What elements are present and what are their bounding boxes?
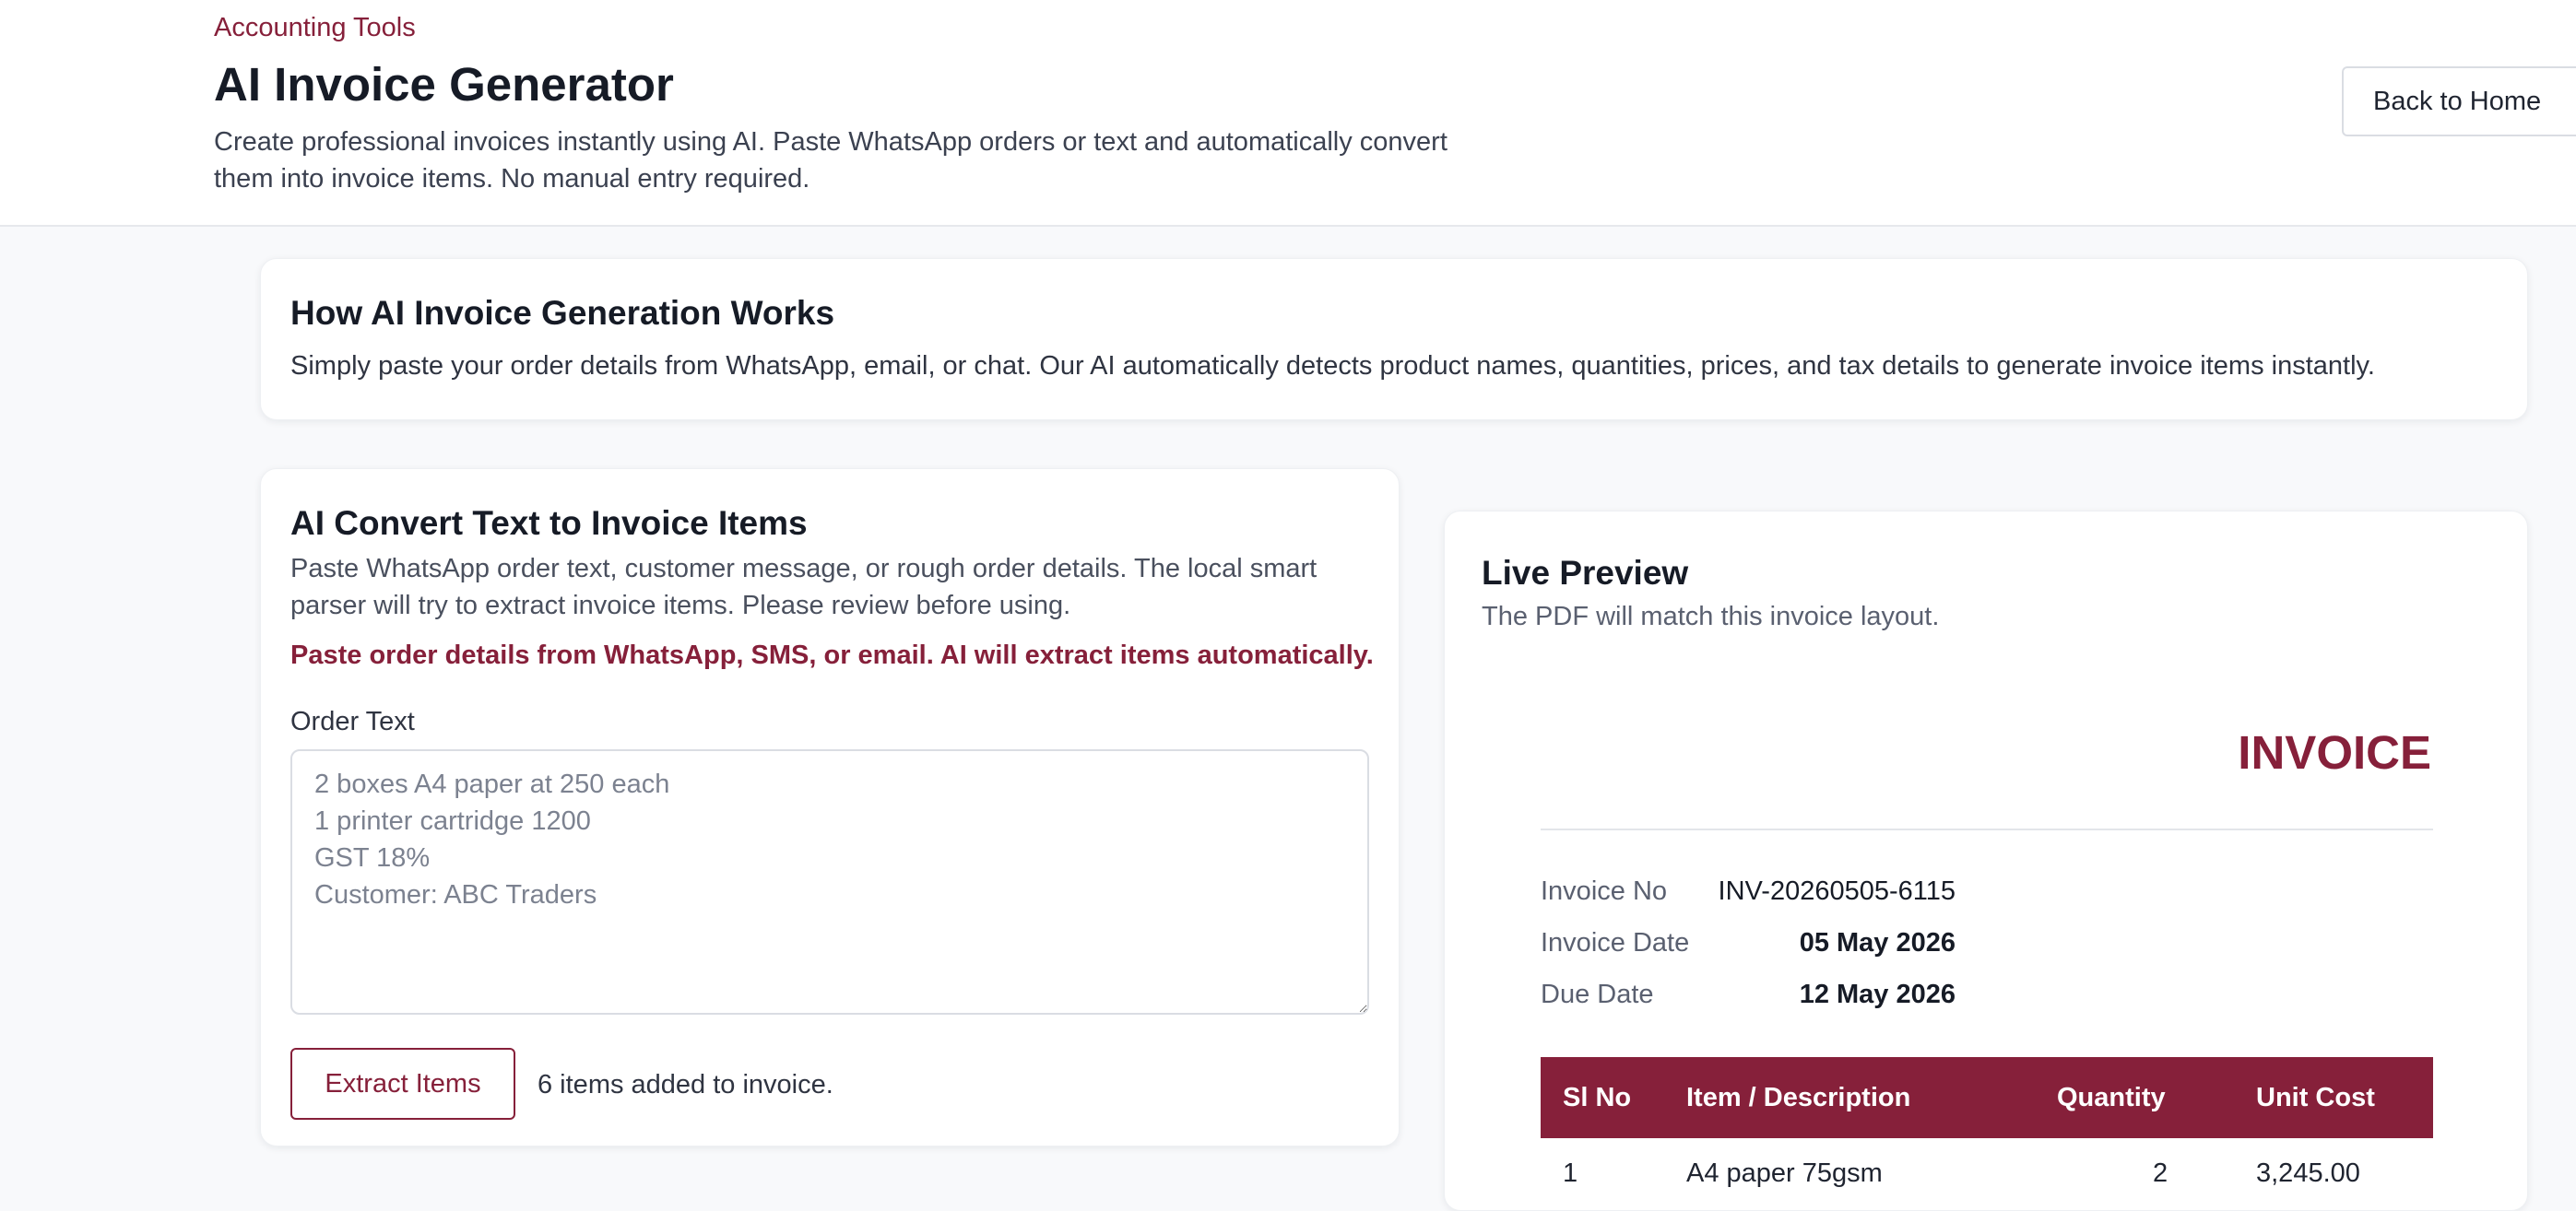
convert-description: Paste WhatsApp order text, customer mess… <box>290 554 1318 620</box>
how-it-works-card: How AI Invoice Generation Works Simply p… <box>260 258 2528 420</box>
page-subtitle: Create professional invoices instantly u… <box>214 127 1448 194</box>
extract-status-text: 6 items added to invoice. <box>538 1070 833 1099</box>
order-text-label: Order Text <box>290 707 415 736</box>
page-title: AI Invoice Generator <box>214 58 674 111</box>
invoice-no-value: INV-20260505-6115 <box>1718 876 1956 906</box>
back-to-home-button[interactable]: Back to Home <box>2342 66 2576 136</box>
convert-text-card: AI Convert Text to Invoice Items Paste W… <box>260 468 1400 1146</box>
due-date-value: 12 May 2026 <box>1799 980 1956 1009</box>
invoice-table-header: Sl No Item / Description Quantity Unit C… <box>1541 1057 2433 1138</box>
th-unit-cost: Unit Cost <box>2256 1083 2375 1112</box>
invoice-date-label: Invoice Date <box>1541 928 1690 958</box>
live-preview-subtitle: The PDF will match this invoice layout. <box>1482 602 1940 631</box>
invoice-heading: INVOICE <box>2238 726 2431 779</box>
table-row: 1 A4 paper 75gsm 2 3,245.00 <box>1541 1158 2433 1195</box>
extract-items-button[interactable]: Extract Items <box>290 1048 515 1120</box>
invoice-date-value: 05 May 2026 <box>1799 928 1956 958</box>
due-date-label: Due Date <box>1541 980 1654 1009</box>
live-preview-title: Live Preview <box>1482 554 1689 592</box>
page-header: Accounting Tools AI Invoice Generator Cr… <box>0 0 2576 227</box>
th-quantity: Quantity <box>2057 1083 2166 1112</box>
convert-title: AI Convert Text to Invoice Items <box>290 504 808 542</box>
convert-hint: Paste order details from WhatsApp, SMS, … <box>290 641 1374 670</box>
order-text-input[interactable] <box>290 749 1369 1015</box>
eyebrow-label: Accounting Tools <box>214 13 416 42</box>
how-it-works-title: How AI Invoice Generation Works <box>290 294 835 332</box>
invoice-divider <box>1541 829 2433 830</box>
invoice-no-label: Invoice No <box>1541 876 1668 906</box>
how-it-works-text: Simply paste your order details from Wha… <box>290 351 2375 381</box>
live-preview-card: Live Preview The PDF will match this inv… <box>1444 511 2528 1211</box>
th-sl-no: Sl No <box>1563 1083 1632 1112</box>
th-item-description: Item / Description <box>1686 1083 1911 1112</box>
